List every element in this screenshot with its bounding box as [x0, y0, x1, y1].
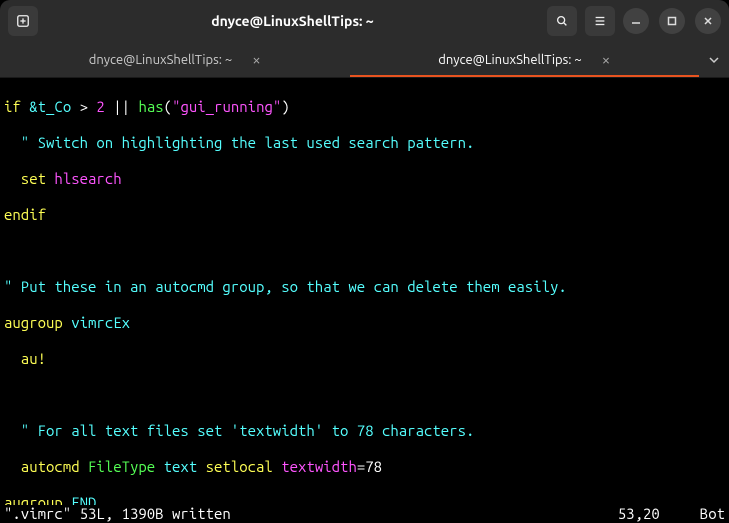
func: has	[130, 98, 164, 115]
comment: Switch on highlighting the last used sea…	[29, 134, 474, 151]
new-tab-button[interactable]	[8, 6, 38, 36]
keyword-if: if	[4, 98, 21, 115]
status-file: ".vimrc" 53L, 1390B written	[4, 505, 618, 523]
number: 2	[88, 98, 105, 115]
tab-2[interactable]: dnyce@LinuxShellTips: ~ ×	[350, 42, 700, 77]
comment: For all text files set 'textwidth' to 78…	[29, 422, 474, 439]
blank-line	[4, 386, 725, 404]
window-title: dnyce@LinuxShellTips: ~	[46, 13, 539, 29]
variable: &t_Co	[21, 98, 71, 115]
tab-label: dnyce@LinuxShellTips: ~	[89, 53, 232, 67]
comment-quote: "	[4, 134, 29, 151]
minimize-button[interactable]	[623, 8, 649, 34]
menu-button[interactable]	[585, 6, 615, 36]
status-scroll: Bot	[700, 505, 725, 523]
titlebar: dnyce@LinuxShellTips: ~	[0, 0, 729, 42]
close-button[interactable]	[695, 8, 721, 34]
window-controls	[623, 8, 721, 34]
maximize-button[interactable]	[659, 8, 685, 34]
keyword-endif: endif	[4, 206, 46, 223]
paren: (	[164, 98, 172, 115]
keyword-setlocal: setlocal	[197, 458, 273, 475]
terminal-viewport[interactable]: if &t_Co > 2 || has("gui_running") " Swi…	[0, 78, 729, 523]
option: textwidth	[273, 458, 357, 475]
augroup-name: vimrcEx	[63, 314, 130, 331]
comment-quote: "	[4, 422, 29, 439]
vim-status-line: ".vimrc" 53L, 1390B written 53,20 Bot	[0, 505, 729, 523]
assign: =78	[357, 458, 382, 475]
filetype: text	[155, 458, 197, 475]
keyword-au: au!	[4, 350, 46, 367]
event: FileType	[80, 458, 156, 475]
tab-label: dnyce@LinuxShellTips: ~	[438, 53, 581, 67]
keyword-augroup: augroup	[4, 314, 63, 331]
blank-line	[4, 242, 725, 260]
tab-bar: dnyce@LinuxShellTips: ~ × dnyce@LinuxShe…	[0, 42, 729, 78]
tabs-dropdown-button[interactable]	[699, 42, 729, 77]
op: >	[71, 98, 88, 115]
close-icon[interactable]: ×	[252, 52, 260, 67]
status-position: 53,20	[618, 505, 660, 523]
paren: )	[281, 98, 289, 115]
comment: Put these in an autocmd group, so that w…	[12, 278, 566, 295]
op: ||	[105, 98, 130, 115]
keyword-autocmd: autocmd	[4, 458, 80, 475]
tab-1[interactable]: dnyce@LinuxShellTips: ~ ×	[0, 42, 350, 77]
search-button[interactable]	[547, 6, 577, 36]
string: "gui_running"	[172, 98, 281, 115]
close-icon[interactable]: ×	[602, 52, 610, 67]
keyword-set: set	[4, 170, 46, 187]
option: hlsearch	[46, 170, 122, 187]
